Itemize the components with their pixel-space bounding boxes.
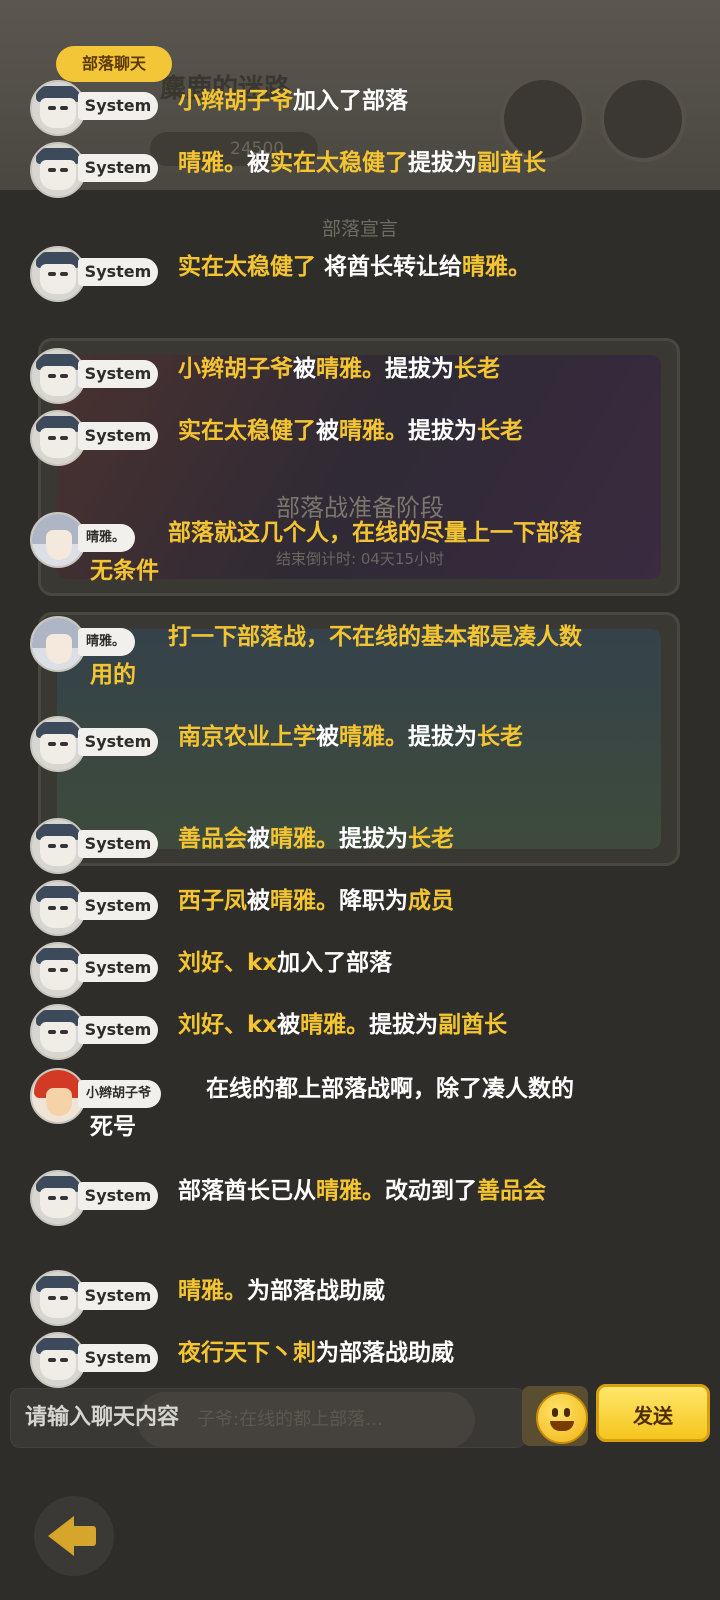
highlighted-name: 晴雅。: [462, 254, 532, 280]
message-fragment: 将酋长转让给: [316, 254, 463, 280]
highlighted-name: 善品会: [477, 1178, 546, 1204]
highlighted-name: 实在太稳健了: [178, 418, 316, 444]
highlighted-name: 长老: [477, 418, 523, 444]
message-fragment: 提拔为: [369, 1012, 439, 1038]
message-fragment: 改动到了: [385, 1178, 477, 1204]
message-fragment: 提拔为: [408, 150, 477, 176]
message-fragment: 降职为: [339, 888, 408, 914]
message-text: 善品会被晴雅。提拔为长老: [90, 820, 584, 858]
message-text: 部落就这几个人，在线的尽量上一下部落无条件: [90, 514, 584, 590]
smiley-emoji-icon: [536, 1392, 588, 1444]
back-button[interactable]: [34, 1496, 114, 1576]
highlighted-name: 长老: [408, 826, 454, 852]
message-fragment: 被: [277, 1012, 301, 1038]
highlighted-name: 长老: [477, 724, 523, 750]
highlighted-name: 实在太稳健了: [270, 150, 408, 176]
message-text: 刘好、kx被晴雅。提拔为副酋长: [90, 1006, 584, 1044]
message-fragment: 被: [316, 724, 339, 750]
highlighted-name: 部落就这几个人，在线的尽量上一下部落无条件: [90, 520, 582, 584]
highlighted-name: 晴雅。: [316, 1178, 385, 1204]
highlighted-name: 小辫胡子爷: [178, 88, 293, 114]
message-fragment: 提拔为: [408, 724, 477, 750]
last-message-preview: 子爷:在线的都上部落…: [137, 1392, 475, 1448]
highlighted-name: 副酋长: [438, 1012, 508, 1038]
highlighted-name: 长老: [454, 356, 500, 382]
message-text: 南京农业上学被晴雅。提拔为长老: [90, 718, 584, 756]
highlighted-name: 小辫胡子爷: [178, 356, 293, 382]
highlighted-name: 晴雅。: [178, 150, 247, 176]
message-fragment: 提拔为: [385, 356, 454, 382]
highlighted-name: 打一下部落战，不在线的基本都是凑人数用的: [90, 624, 582, 688]
highlighted-name: 晴雅。: [316, 356, 385, 382]
message-fragment: 提拔为: [408, 418, 477, 444]
message-text: 晴雅。为部落战助威: [90, 1272, 584, 1310]
highlighted-name: 西子凤: [178, 888, 247, 914]
highlighted-name: 晴雅。: [178, 1278, 247, 1304]
message-fragment: 提拔为: [339, 826, 408, 852]
message-fragment: 被: [247, 826, 270, 852]
highlighted-name: 夜行天下丶刺: [178, 1340, 316, 1366]
highlighted-name: 刘好、kx: [178, 950, 278, 976]
message-fragment: 部落酋长已从: [178, 1178, 316, 1204]
highlighted-name: 晴雅。: [270, 888, 339, 914]
message-fragment: 为部落战助威: [316, 1340, 454, 1366]
chat-input-bar: 子爷:在线的都上部落… 请输入聊天内容 发送: [10, 1384, 710, 1450]
highlighted-name: 晴雅。: [270, 826, 339, 852]
message-fragment: 被: [247, 888, 270, 914]
highlighted-name: 晴雅。: [339, 724, 408, 750]
message-text: 在线的都上部落战啊，除了凑人数的死号: [90, 1070, 584, 1146]
highlighted-name: 善品会: [178, 826, 247, 852]
message-text: 西子凤被晴雅。降职为成员: [90, 882, 584, 920]
message-text: 实在太稳健了 将酋长转让给晴雅。: [90, 248, 584, 286]
message-fragment: 被: [247, 150, 270, 176]
message-text: 夜行天下丶刺为部落战助威: [90, 1334, 584, 1372]
emoji-button[interactable]: [522, 1386, 588, 1446]
message-text: 实在太稳健了被晴雅。提拔为长老: [90, 412, 584, 450]
message-fragment: 被: [316, 418, 339, 444]
message-fragment: 被: [293, 356, 316, 382]
highlighted-name: 晴雅。: [339, 418, 408, 444]
message-text: 晴雅。被实在太稳健了提拔为副酋长: [90, 144, 584, 182]
message-fragment: 在线的都上部落战啊，除了凑人数的死号: [90, 1076, 574, 1140]
highlighted-name: 刘好、kx: [178, 1012, 278, 1038]
highlighted-name: 南京农业上学: [178, 724, 316, 750]
chat-input[interactable]: 子爷:在线的都上部落… 请输入聊天内容: [10, 1388, 526, 1448]
message-text: 小辫胡子爷加入了部落: [90, 82, 584, 120]
tribe-chat-tab[interactable]: 部落聊天: [56, 46, 172, 82]
message-text: 刘好、kx加入了部落: [90, 944, 584, 982]
highlighted-name: 副酋长: [477, 150, 546, 176]
message-text: 打一下部落战，不在线的基本都是凑人数用的: [90, 618, 584, 694]
highlighted-name: 实在太稳健了: [178, 254, 316, 280]
message-fragment: 加入了部落: [293, 88, 408, 114]
message-fragment: 加入了部落: [277, 950, 393, 976]
send-button[interactable]: 发送: [596, 1384, 710, 1442]
chat-input-placeholder: 请输入聊天内容: [25, 1405, 180, 1430]
message-fragment: 为部落战助威: [247, 1278, 385, 1304]
message-text: 部落酋长已从晴雅。改动到了善品会: [90, 1172, 584, 1210]
highlighted-name: 晴雅。: [300, 1012, 370, 1038]
message-text: 小辫胡子爷被晴雅。提拔为长老: [90, 350, 584, 388]
chat-message-list[interactable]: System 小辫胡子爷加入了部落 System 晴雅。被实在太稳健了提拔为副酋长 …: [0, 0, 720, 1400]
highlighted-name: 成员: [408, 888, 454, 914]
